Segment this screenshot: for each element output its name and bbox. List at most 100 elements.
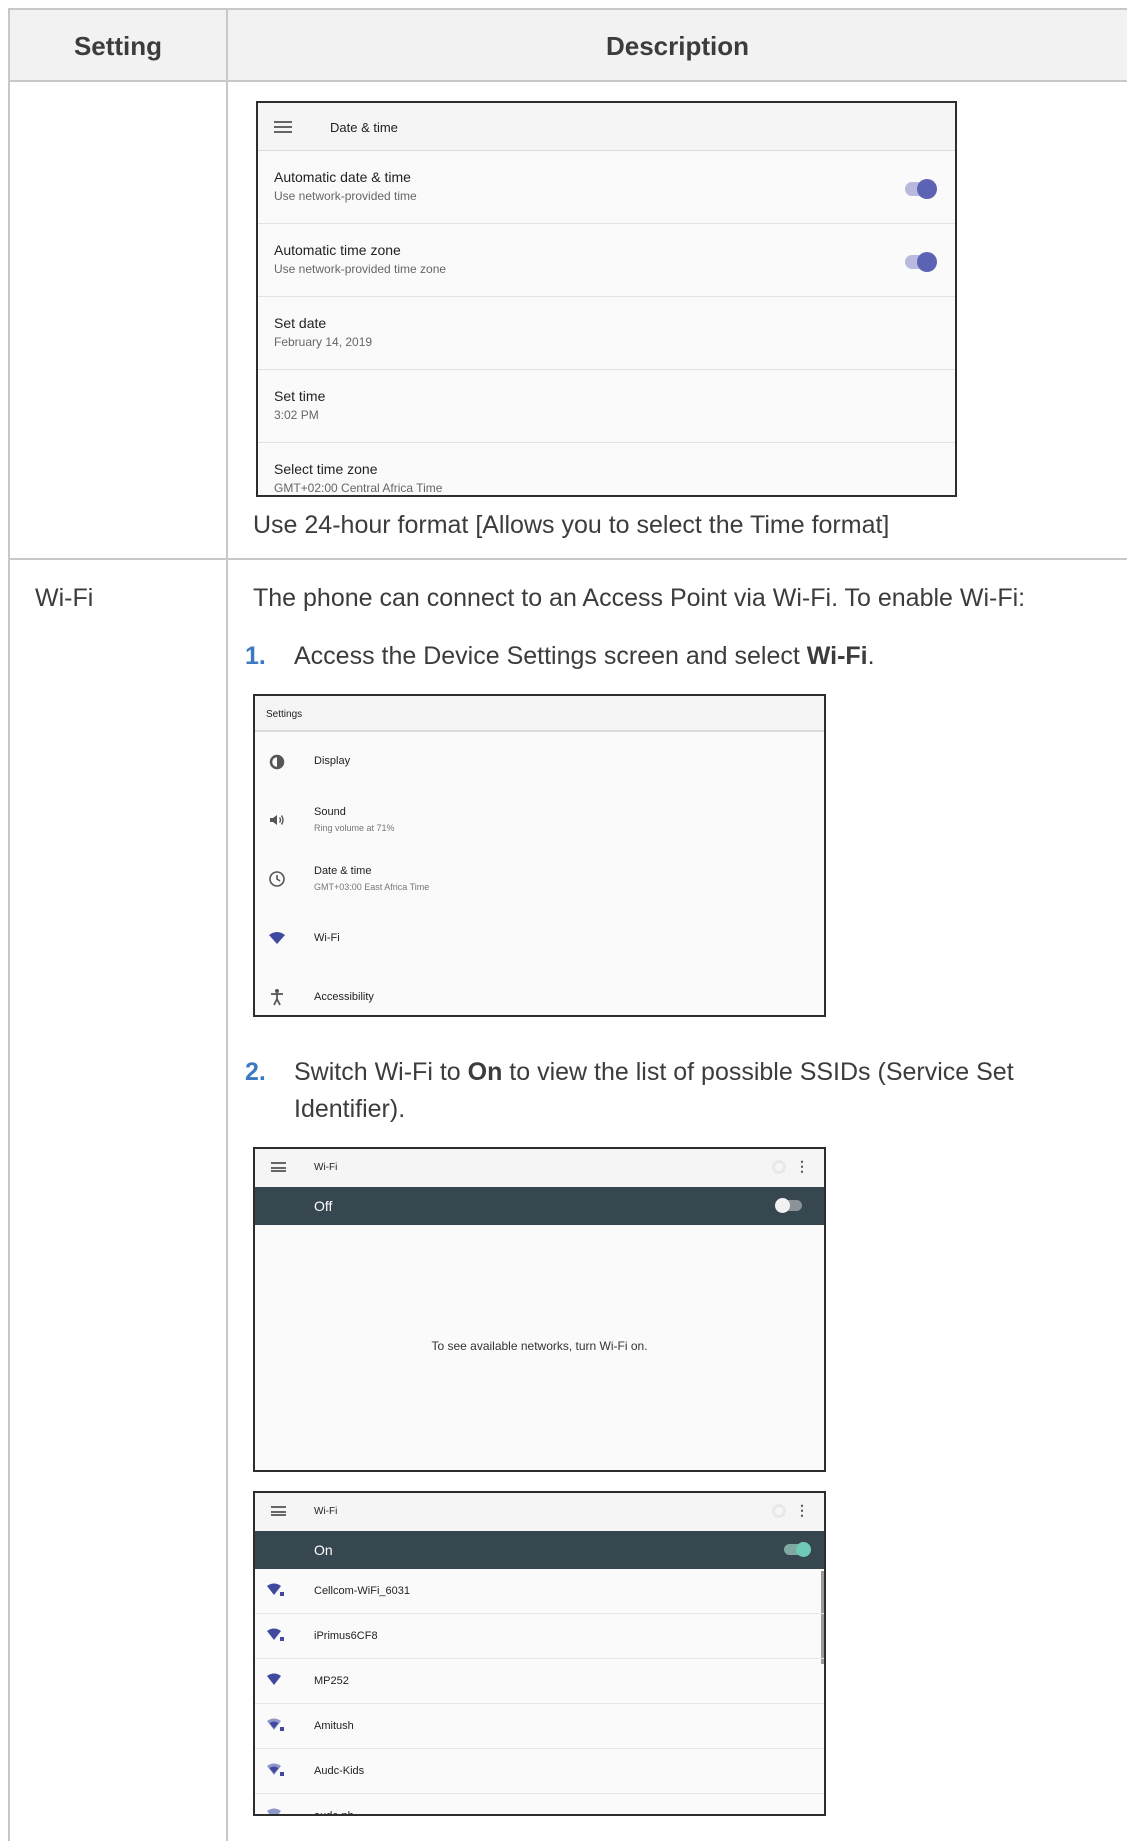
step-1-text-post: .	[867, 642, 875, 670]
wifi-on-toggle[interactable]	[784, 1542, 811, 1557]
row-title: Automatic date & time	[274, 169, 411, 185]
settings-title: Settings	[266, 709, 303, 720]
settings-item-display[interactable]: Display	[255, 732, 824, 791]
row-subtitle: GMT+02:00 Central Africa Time	[274, 481, 443, 495]
setting-row-select-timezone[interactable]: Select time zone GMT+02:00 Central Afric…	[258, 444, 955, 495]
wifi-state-label: Off	[314, 1198, 333, 1214]
row-subtitle: February 14, 2019	[274, 335, 373, 349]
wifi-off-screenshot: Wi-Fi ⋮ Off To see available networks, t…	[253, 1147, 826, 1472]
network-item[interactable]: Amitush	[255, 1704, 824, 1749]
datetime-screenshot: Date & time Automatic date & time Use ne…	[256, 101, 957, 497]
wifi-intro-text: The phone can connect to an Access Point…	[253, 584, 1026, 612]
wifi-on-screenshot: Wi-Fi ⋮ On Cellcom-WiFi_6031 iPrimus6CF8…	[253, 1491, 826, 1816]
network-item[interactable]: iPrimus6CF8	[255, 1614, 824, 1659]
network-name: audc-ph	[314, 1810, 354, 1816]
datetime-app-bar: Date & time	[258, 103, 955, 151]
settings-screenshot: Settings Display Sound Ring volume at 71…	[253, 694, 826, 1017]
settings-item-sub: GMT+03:00 East Africa Time	[314, 882, 430, 892]
step-1-text-bold: Wi-Fi	[806, 642, 868, 670]
step-2-text-post: to view the list of possible SSIDs (Serv…	[502, 1058, 1014, 1086]
wifi-master-switch-bar[interactable]: Off	[255, 1187, 824, 1225]
step-2-text-bold: On	[467, 1058, 503, 1086]
row-divider	[10, 558, 1127, 560]
wifi-locked-icon	[267, 1583, 284, 1596]
header-setting: Setting	[73, 30, 163, 61]
setting-name-wifi: Wi-Fi	[35, 584, 94, 612]
row-subtitle: Use network-provided time zone	[274, 262, 447, 276]
auto-datetime-toggle[interactable]	[905, 179, 937, 199]
wifi-icon	[267, 1673, 281, 1685]
toggle-knob	[796, 1542, 811, 1557]
settings-gear-icon[interactable]	[772, 1504, 786, 1518]
settings-item-accessibility[interactable]: Accessibility	[255, 968, 824, 1015]
step-2-text: Switch Wi-Fi to On to view the list of p…	[294, 1058, 1014, 1087]
setting-row-set-time[interactable]: Set time 3:02 PM	[258, 371, 955, 443]
datetime-title: Date & time	[330, 120, 398, 135]
menu-icon	[274, 121, 292, 133]
settings-item-datetime[interactable]: Date & time GMT+03:00 East Africa Time	[255, 850, 824, 909]
wifi-icon	[269, 932, 285, 944]
settings-item-label: Wi-Fi	[314, 932, 340, 944]
row-subtitle: 3:02 PM	[274, 408, 319, 422]
step-1-text: Access the Device Settings screen and se…	[294, 642, 875, 671]
network-item[interactable]: audc-ph	[255, 1794, 824, 1816]
setting-row-set-date[interactable]: Set date February 14, 2019	[258, 298, 955, 370]
settings-app-bar: Settings	[255, 696, 824, 732]
toggle-knob	[917, 179, 937, 199]
toggle-knob	[917, 252, 937, 272]
wifi-state-label: On	[314, 1542, 333, 1558]
row-title: Automatic time zone	[274, 242, 401, 258]
wifi-title: Wi-Fi	[314, 1162, 338, 1173]
step-2-text-line2: Identifier).	[294, 1095, 406, 1123]
wifi-app-bar: Wi-Fi ⋮	[255, 1149, 824, 1187]
auto-timezone-toggle[interactable]	[905, 252, 937, 272]
step-1-number: 1.	[245, 642, 266, 670]
wifi-master-switch-bar[interactable]: On	[255, 1531, 824, 1569]
time-format-text: Use 24-hour format [Allows you to select…	[253, 511, 890, 539]
network-name: MP252	[314, 1675, 349, 1687]
network-item[interactable]: Cellcom-WiFi_6031	[255, 1569, 824, 1614]
settings-item-label: Display	[314, 755, 351, 767]
settings-item-sub: Ring volume at 71%	[314, 823, 395, 833]
display-icon	[269, 754, 285, 770]
more-options-icon[interactable]: ⋮	[795, 1159, 809, 1173]
settings-item-label: Sound	[314, 806, 346, 818]
wifi-off-message: To see available networks, turn Wi-Fi on…	[431, 1339, 648, 1353]
wifi-locked-icon	[267, 1763, 284, 1776]
row-title: Set time	[274, 388, 326, 404]
settings-gear-icon[interactable]	[772, 1160, 786, 1174]
header-description: Description	[605, 30, 750, 61]
row-subtitle: Use network-provided time	[274, 189, 417, 203]
row-title: Set date	[274, 315, 327, 331]
more-options-icon[interactable]: ⋮	[795, 1503, 809, 1517]
setting-row-auto-timezone[interactable]: Automatic time zone Use network-provided…	[258, 225, 955, 297]
network-name: Amitush	[314, 1720, 354, 1732]
setting-row-auto-datetime[interactable]: Automatic date & time Use network-provid…	[258, 152, 955, 224]
settings-item-label: Accessibility	[314, 991, 374, 1003]
network-name: iPrimus6CF8	[314, 1630, 378, 1642]
step-1-text-pre: Access the Device Settings screen and se…	[294, 642, 807, 670]
network-name: Audc-Kids	[314, 1765, 365, 1777]
wifi-icon	[267, 1808, 281, 1814]
settings-item-label: Date & time	[314, 865, 372, 877]
accessibility-icon	[271, 989, 283, 1006]
toggle-knob	[775, 1198, 790, 1213]
network-item[interactable]: MP252	[255, 1659, 824, 1704]
wifi-title: Wi-Fi	[314, 1506, 338, 1517]
wifi-off-toggle[interactable]	[775, 1198, 802, 1213]
settings-item-sound[interactable]: Sound Ring volume at 71%	[255, 791, 824, 850]
wifi-locked-icon	[267, 1718, 284, 1731]
settings-item-wifi[interactable]: Wi-Fi	[255, 909, 824, 968]
wifi-app-bar: Wi-Fi ⋮	[255, 1493, 824, 1531]
network-item[interactable]: Audc-Kids	[255, 1749, 824, 1794]
network-name: Cellcom-WiFi_6031	[314, 1585, 410, 1597]
step-2-text-pre: Switch Wi-Fi to	[294, 1058, 468, 1086]
column-divider	[226, 8, 228, 1841]
clock-icon	[269, 871, 285, 887]
wifi-locked-icon	[267, 1628, 284, 1641]
menu-icon	[271, 1506, 286, 1516]
step-2-number: 2.	[245, 1058, 266, 1086]
menu-icon	[271, 1162, 286, 1172]
row-title: Select time zone	[274, 461, 378, 477]
volume-icon	[270, 815, 284, 825]
